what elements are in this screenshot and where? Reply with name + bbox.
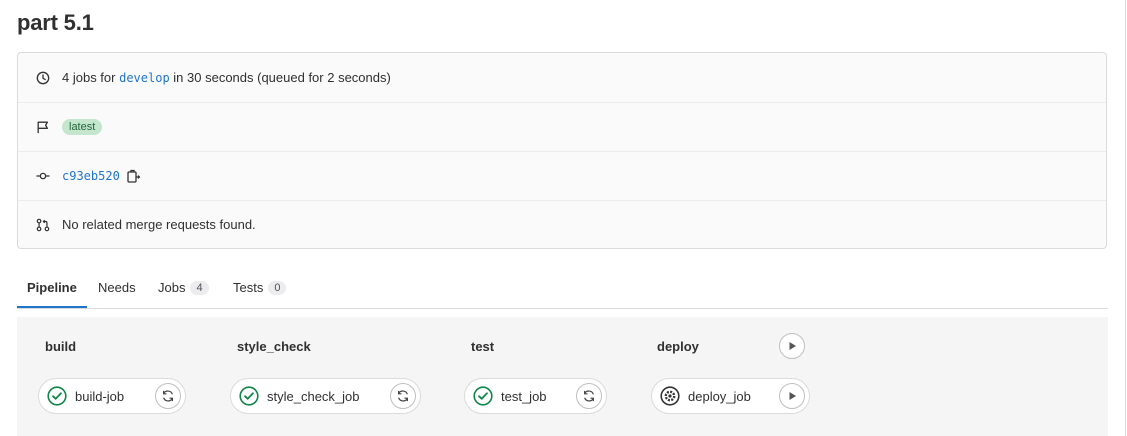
tab-tests[interactable]: Tests 0 <box>233 268 287 307</box>
commit-icon <box>35 168 51 184</box>
job-build-job[interactable]: build-job <box>38 378 186 414</box>
deploy-stage-play-button[interactable] <box>779 333 805 359</box>
merge-requests-text: No related merge requests found. <box>62 217 256 232</box>
job-name: deploy_job <box>688 388 751 404</box>
badges-row: latest <box>18 102 1106 152</box>
latest-badge: latest <box>62 118 103 135</box>
job-name: style_check_job <box>267 388 360 404</box>
branch-link[interactable]: develop <box>119 71 170 85</box>
flag-icon <box>35 119 51 135</box>
tests-count-badge: 0 <box>268 280 287 295</box>
tab-jobs-label: Jobs <box>158 280 186 295</box>
page-title: part 5.1 <box>17 10 94 35</box>
tab-needs-label: Needs <box>98 280 136 295</box>
jobs-count-text: 4 jobs for <box>62 70 120 85</box>
play-icon <box>789 342 796 350</box>
job-style-check-job[interactable]: style_check_job <box>230 378 421 414</box>
status-success-icon <box>473 386 493 406</box>
stage-title-style-check: style_check <box>237 339 311 354</box>
stage-title-test: test <box>471 339 495 354</box>
commit-sha-link[interactable]: c93eb520 <box>62 169 120 183</box>
duration-text: in 30 seconds (queued for 2 seconds) <box>169 70 391 85</box>
tab-tests-label: Tests <box>233 280 264 295</box>
retry-button[interactable] <box>576 383 602 409</box>
pipeline-tabs: Pipeline Needs Jobs 4 Tests 0 <box>17 268 1108 309</box>
retry-icon <box>163 390 173 402</box>
copy-icon[interactable] <box>127 169 140 183</box>
tab-needs[interactable]: Needs <box>98 268 136 307</box>
job-deploy-job[interactable]: deploy_job <box>651 378 810 414</box>
pipeline-graph: build style_check test deploy build-job … <box>17 317 1108 436</box>
jobs-summary-row: 4 jobs for develop in 30 seconds (queued… <box>18 53 1106 103</box>
tab-pipeline-label: Pipeline <box>27 280 77 295</box>
merge-request-icon <box>35 217 51 233</box>
retry-icon <box>398 390 408 402</box>
stage-title-build: build <box>45 339 77 354</box>
status-manual-gear-icon <box>660 386 680 406</box>
clock-icon <box>35 70 51 86</box>
status-success-icon <box>239 386 259 406</box>
tab-pipeline[interactable]: Pipeline <box>17 268 87 308</box>
retry-button[interactable] <box>155 383 181 409</box>
page-border <box>1125 0 1126 436</box>
play-button[interactable] <box>779 383 805 409</box>
jobs-count-badge: 4 <box>190 280 209 295</box>
tab-jobs[interactable]: Jobs 4 <box>158 268 209 307</box>
merge-requests-row: No related merge requests found. <box>18 200 1106 249</box>
job-name: test_job <box>501 388 547 404</box>
retry-button[interactable] <box>390 383 416 409</box>
retry-icon <box>584 390 594 402</box>
status-success-icon <box>47 386 67 406</box>
play-icon <box>789 392 796 400</box>
job-name: build-job <box>75 388 125 404</box>
commit-row: c93eb520 <box>18 151 1106 201</box>
stage-title-deploy: deploy <box>657 339 699 354</box>
pipeline-info-box: 4 jobs for develop in 30 seconds (queued… <box>17 52 1107 249</box>
job-test-job[interactable]: test_job <box>464 378 607 414</box>
